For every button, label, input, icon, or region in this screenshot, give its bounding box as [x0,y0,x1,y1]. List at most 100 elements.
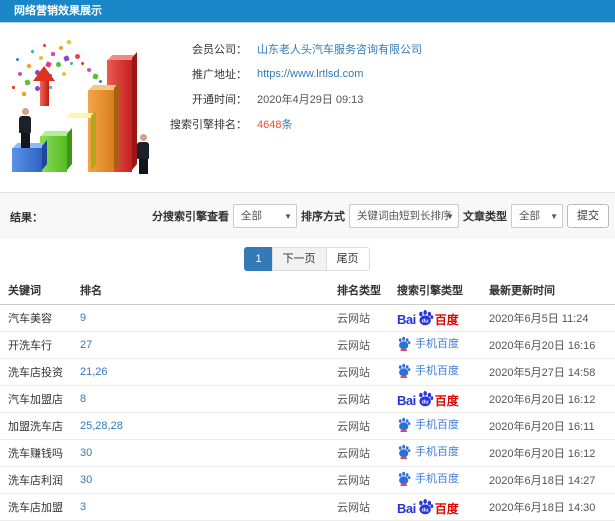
promo-url-link[interactable]: https://www.lrtlsd.com [257,68,363,80]
engine-rank-unit: 条 [281,118,293,131]
baidu-paw-icon: du [418,498,434,514]
chevron-down-icon: ▼ [550,212,558,221]
top-bar: 网络营销效果展示 [0,0,615,23]
table-row: 洗车店利润 30 云网站 Bai du 百度 [0,466,615,494]
businessman-figure-left [19,108,31,148]
table-row: 汽车加盟店 8 云网站 Bai du 百度 2020年6月20日 16:12 [0,385,615,413]
rank-type-cell: 云网站 [337,304,397,332]
rank-type-cell: 云网站 [337,412,397,440]
rank-cell[interactable]: 25,28,28 [80,412,337,440]
header-rank-type: 排名类型 [337,276,397,305]
open-time-label: 开通时间： [192,93,247,106]
rank-cell[interactable]: 8 [80,385,337,413]
rank-type-cell: 云网站 [337,439,397,467]
rank-cell[interactable]: 21,26 [80,358,337,386]
member-company-label: 会员公司： [192,43,247,56]
keyword-cell: 汽车美容 [0,304,80,332]
article-type-select[interactable]: 全部 ▼ [511,204,563,228]
sort-filter-select[interactable]: 关键词由短到长排序 ▼ [349,204,459,228]
sort-filter-label: 排序方式 [301,211,345,223]
table-row: 开洗车行 27 云网站 Bai du 百度 [0,331,615,359]
baidu-logo: Bai du 百度 [397,309,459,326]
up-arrow-icon [33,66,55,106]
svg-text:du: du [421,318,428,324]
keyword-cell: 洗车店投资 [0,358,80,386]
page-title: 网络营销效果展示 [14,5,102,17]
baidu-mobile-logo: 手机百度 [397,335,459,351]
member-company-row: 会员公司： 山东老人头汽车服务咨询有限公司 [155,36,422,61]
header-rank: 排名 [80,276,337,305]
rank-type-cell: 云网站 [337,385,397,413]
keyword-cell: 汽车加盟店 [0,385,80,413]
illustration-bar-blue [12,148,42,172]
engine-rank-value: 4648条 [257,116,292,132]
header-update-time: 最新更新时间 [489,276,615,305]
baidu-paw-icon [398,471,411,486]
svg-text:du: du [421,399,428,405]
rank-cell[interactable]: 3 [80,493,337,521]
rank-cell[interactable]: 30 [80,466,337,494]
pagination: 1 下一页 尾页 [0,247,615,271]
engine-cell: Bai du 百度 [397,493,489,521]
engine-cell: Bai du 百度 [397,304,489,332]
baidu-paw-icon [398,444,411,459]
rank-cell[interactable]: 27 [80,331,337,359]
filter-band: 结果： 分搜索引擎查看 全部 ▼ 排序方式 关键词由短到长排序 ▼ 文章类型 全… [0,192,615,238]
table-row: 汽车美容 9 云网站 Bai du 百度 2020年6月5日 11:24 [0,304,615,332]
chevron-down-icon: ▼ [284,212,292,221]
engine-cell: Bai du 百度 [397,385,489,413]
engine-cell: Bai du 百度 [397,412,489,440]
table-row: 加盟洗车店 25,28,28 云网站 Bai du 百度 [0,412,615,440]
keyword-cell: 洗车店加盟 [0,493,80,521]
update-time-cell: 2020年6月20日 16:12 [489,385,615,413]
update-time-cell: 2020年6月18日 14:30 [489,493,615,521]
engine-filter-select[interactable]: 全部 ▼ [233,204,297,228]
rank-type-cell: 云网站 [337,493,397,521]
baidu-mobile-logo: 手机百度 [397,362,459,378]
rank-cell[interactable]: 9 [80,304,337,332]
table-row: 洗车店投资 21,26 云网站 Bai du 百度 [0,358,615,386]
member-company-link[interactable]: 山东老人头汽车服务咨询有限公司 [257,41,422,57]
promo-url-row: 推广地址： https://www.lrtlsd.com [155,61,422,86]
update-time-cell: 2020年6月20日 16:12 [489,439,615,467]
baidu-paw-icon [398,363,411,378]
engine-cell: Bai du 百度 [397,466,489,494]
next-page-button[interactable]: 下一页 [271,247,327,271]
svg-text:du: du [421,507,428,513]
engine-rank-count: 4648 [257,118,282,131]
growth-chart-illustration [4,28,156,186]
engine-cell: Bai du 百度 [397,331,489,359]
submit-button[interactable]: 提交 [567,204,609,228]
last-page-button[interactable]: 尾页 [325,247,370,271]
engine-rank-label: 搜索引擎排名： [170,118,247,131]
results-table: 关键词 排名 排名类型 搜索引擎类型 最新更新时间 汽车美容 9 云网站 Bai [0,276,615,521]
result-label: 结果： [10,212,43,224]
page-1-button[interactable]: 1 [244,247,273,271]
filter-controls: 分搜索引擎查看 全部 ▼ 排序方式 关键词由短到长排序 ▼ 文章类型 全部 ▼ … [152,204,609,228]
baidu-paw-icon: du [418,309,434,325]
update-time-cell: 2020年6月18日 14:27 [489,466,615,494]
header-engine-type: 搜索引擎类型 [397,276,489,305]
rank-type-cell: 云网站 [337,358,397,386]
table-row: 洗车赚钱吗 30 云网站 Bai du 百度 [0,439,615,467]
open-time-value: 2020年4月29日 09:13 [257,93,364,106]
keyword-cell: 加盟洗车店 [0,412,80,440]
rank-type-cell: 云网站 [337,466,397,494]
update-time-cell: 2020年6月20日 16:11 [489,412,615,440]
table-row: 洗车店加盟 3 云网站 Bai du 百度 2020年6月18日 14:30 [0,493,615,521]
open-time-row: 开通时间： 2020年4月29日 09:13 [155,86,422,111]
table-header-row: 关键词 排名 排名类型 搜索引擎类型 最新更新时间 [0,276,615,305]
baidu-logo: Bai du 百度 [397,390,459,407]
baidu-mobile-logo: 手机百度 [397,470,459,486]
engine-cell: Bai du 百度 [397,439,489,467]
rank-cell[interactable]: 30 [80,439,337,467]
baidu-paw-icon: du [418,390,434,406]
results-table-body: 汽车美容 9 云网站 Bai du 百度 2020年6月5日 11:24 开洗车… [0,304,615,521]
baidu-logo: Bai du 百度 [397,498,459,515]
keyword-cell: 开洗车行 [0,331,80,359]
keyword-cell: 洗车赚钱吗 [0,439,80,467]
baidu-mobile-logo: 手机百度 [397,416,459,432]
engine-rank-row: 搜索引擎排名： 4648条 [155,111,422,136]
info-section: 会员公司： 山东老人头汽车服务咨询有限公司 推广地址： https://www.… [0,24,615,192]
update-time-cell: 2020年6月5日 11:24 [489,304,615,332]
